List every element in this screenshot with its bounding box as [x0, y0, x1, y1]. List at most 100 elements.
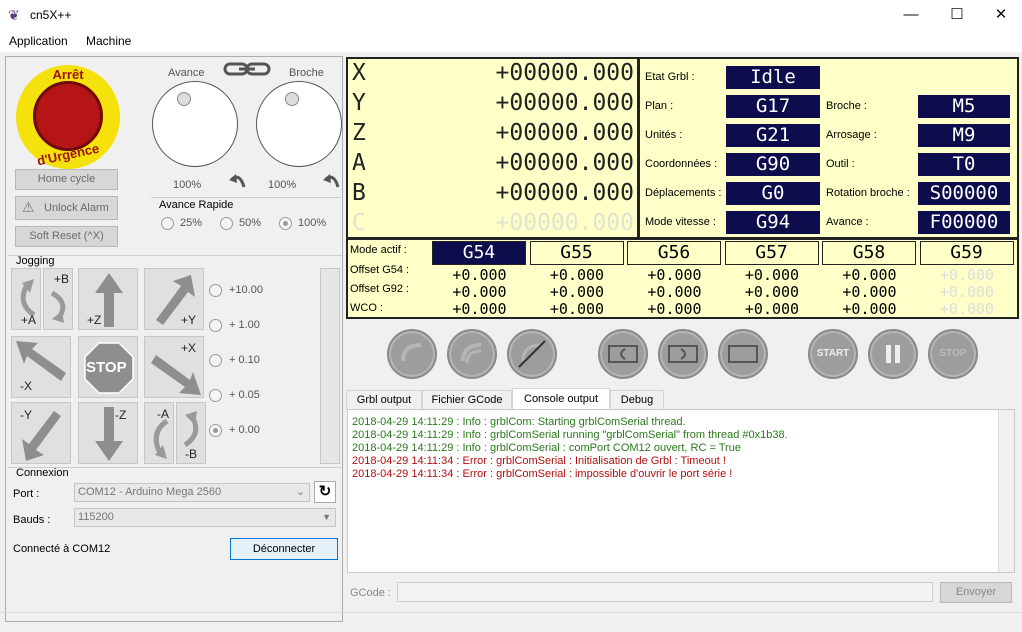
axis-value[interactable]: +00000.000 [464, 90, 634, 116]
spindle-override-knob[interactable] [256, 81, 342, 167]
tab-debug[interactable]: Debug [610, 390, 664, 410]
jog-plus-b-label: +B [54, 272, 70, 286]
menu-machine[interactable]: Machine [86, 34, 131, 48]
avance-label: Avance : [826, 216, 869, 228]
offset-g54-value: +0.000 [842, 266, 897, 284]
step-1-label: + 1.00 [229, 319, 260, 331]
spindle-override-label: Broche [289, 67, 324, 79]
wcs-g55-button[interactable]: G55 [529, 241, 624, 265]
step-0-05-label: + 0.05 [229, 389, 260, 401]
step-1-radio[interactable] [209, 319, 222, 332]
coordonnees-label: Coordonnées : [645, 158, 718, 170]
port-select[interactable]: COM12 - Arduino Mega 2560 ⌄ [74, 483, 310, 502]
offset-wco-value: +0.000 [647, 300, 702, 318]
coordonnees-value: G90 [726, 153, 820, 176]
spindle-ccw-button[interactable] [447, 329, 497, 379]
axis-value[interactable]: +00000.000 [464, 180, 634, 206]
rapid-50-radio[interactable] [220, 217, 233, 230]
offset-g54-value: +0.000 [744, 266, 800, 284]
jog-minus-a-label: -A [157, 407, 169, 421]
unites-value: G21 [726, 124, 820, 147]
jog-minus-x-button[interactable]: -X [11, 336, 71, 398]
maximize-button[interactable]: ☐ [934, 0, 980, 30]
jog-stop-button[interactable]: STOP [78, 336, 138, 398]
rapid-25-label: 25% [180, 217, 203, 229]
step-10-radio[interactable] [209, 284, 222, 297]
soft-reset-button[interactable]: Soft Reset (^X) [15, 226, 118, 247]
jog-minus-y-button[interactable]: -Y [11, 402, 71, 464]
console-log[interactable]: 2018-04-29 14:11:29 : Info : grblCom: St… [347, 409, 1015, 573]
baud-select[interactable]: 115200 ▼ [74, 508, 336, 527]
offset-g92-value: +0.000 [744, 283, 800, 301]
feed-override-value: 100% [173, 179, 202, 191]
wcs-g58-button[interactable]: G58 [822, 241, 916, 265]
spindle-reset-icon[interactable] [322, 171, 342, 194]
plan-label: Plan : [645, 100, 674, 112]
offset-g92-value: +0.000 [452, 283, 507, 301]
emergency-stop-button[interactable]: Arrêt d'Urgence [16, 65, 120, 169]
unites-label: Unités : [645, 129, 683, 141]
offset-g92-value: +0.000 [842, 283, 897, 301]
jog-plus-z-button[interactable]: +Z [78, 268, 138, 330]
wcs-g56-button[interactable]: G56 [627, 241, 721, 265]
axis-value[interactable]: +00000.000 [464, 150, 634, 176]
step-0-05-radio[interactable] [209, 389, 222, 402]
spindle-off-button[interactable] [507, 329, 557, 379]
tab-fichier-gcode[interactable]: Fichier GCode [422, 390, 512, 410]
log-line: 2018-04-29 14:11:29 : Info : grblComSeri… [352, 442, 741, 454]
jog-plus-x-label: +X [181, 341, 197, 355]
step-0-1-label: + 0.10 [229, 354, 260, 366]
rotation-broche-value: S00000 [918, 182, 1010, 205]
disconnect-button[interactable]: Déconnecter [230, 538, 338, 560]
jog-plus-b-button[interactable]: +B [43, 268, 73, 330]
tab-console-output[interactable]: Console output [512, 388, 610, 409]
rapid-100-radio[interactable] [279, 217, 292, 230]
warning-icon: ⚠ [22, 199, 35, 215]
step-0-1-radio[interactable] [209, 354, 222, 367]
wcs-g54-button[interactable]: G54 [432, 241, 526, 265]
refresh-ports-icon[interactable]: ↻ [314, 481, 336, 503]
menu-application[interactable]: Application [9, 34, 68, 48]
unlock-alarm-button[interactable]: ⚠ Unlock Alarm [15, 196, 118, 220]
jog-minus-z-label: -Z [115, 408, 127, 422]
stop-button[interactable]: STOP [928, 329, 978, 379]
jog-minus-b-button[interactable]: -B [176, 402, 206, 464]
gcode-label: GCode : [350, 587, 391, 599]
jog-step-scroll[interactable] [320, 268, 340, 464]
link-icon[interactable] [223, 61, 271, 77]
axis-value[interactable]: +00000.000 [464, 210, 634, 236]
rapid-50-label: 50% [239, 217, 262, 229]
axis-value[interactable]: +00000.000 [464, 120, 634, 146]
pause-button[interactable] [868, 329, 918, 379]
feed-override-knob[interactable] [152, 81, 238, 167]
clamp-button[interactable] [718, 329, 768, 379]
tab-grbl-output[interactable]: Grbl output [346, 390, 422, 410]
wco-label: WCO : [350, 302, 383, 314]
step-0-radio[interactable] [209, 424, 222, 437]
start-button[interactable]: START [808, 329, 858, 379]
axis-row-x: X +00000.000 [352, 60, 634, 88]
minimize-button[interactable]: — [888, 0, 934, 30]
start-label: START [816, 348, 850, 359]
axis-value[interactable]: +00000.000 [464, 60, 634, 86]
port-label: Port : [13, 488, 40, 500]
clamp-close-button[interactable] [598, 329, 648, 379]
send-button[interactable]: Envoyer [940, 582, 1012, 603]
clamp-open-button[interactable] [658, 329, 708, 379]
close-button[interactable]: ✕ [978, 0, 1022, 30]
rapid-25-radio[interactable] [161, 217, 174, 230]
jog-plus-y-button[interactable]: +Y [144, 268, 204, 330]
offset-wco-value: +0.000 [549, 300, 605, 318]
jog-minus-z-button[interactable]: -Z [78, 402, 138, 464]
log-scrollbar[interactable] [998, 410, 1014, 572]
wcs-g59-button[interactable]: G59 [919, 241, 1014, 265]
offsets-panel: Mode actif : Offset G54 : Offset G92 : W… [346, 239, 1019, 319]
jog-minus-a-button[interactable]: -A [144, 402, 174, 464]
spindle-cw-button[interactable] [387, 329, 437, 379]
wcs-g57-button[interactable]: G57 [724, 241, 819, 265]
gcode-input[interactable] [397, 582, 933, 602]
jog-plus-a-button[interactable]: +A [11, 268, 41, 330]
jog-plus-x-button[interactable]: +X [144, 336, 204, 398]
feed-reset-icon[interactable] [228, 171, 248, 194]
home-cycle-button[interactable]: Home cycle [15, 169, 118, 190]
